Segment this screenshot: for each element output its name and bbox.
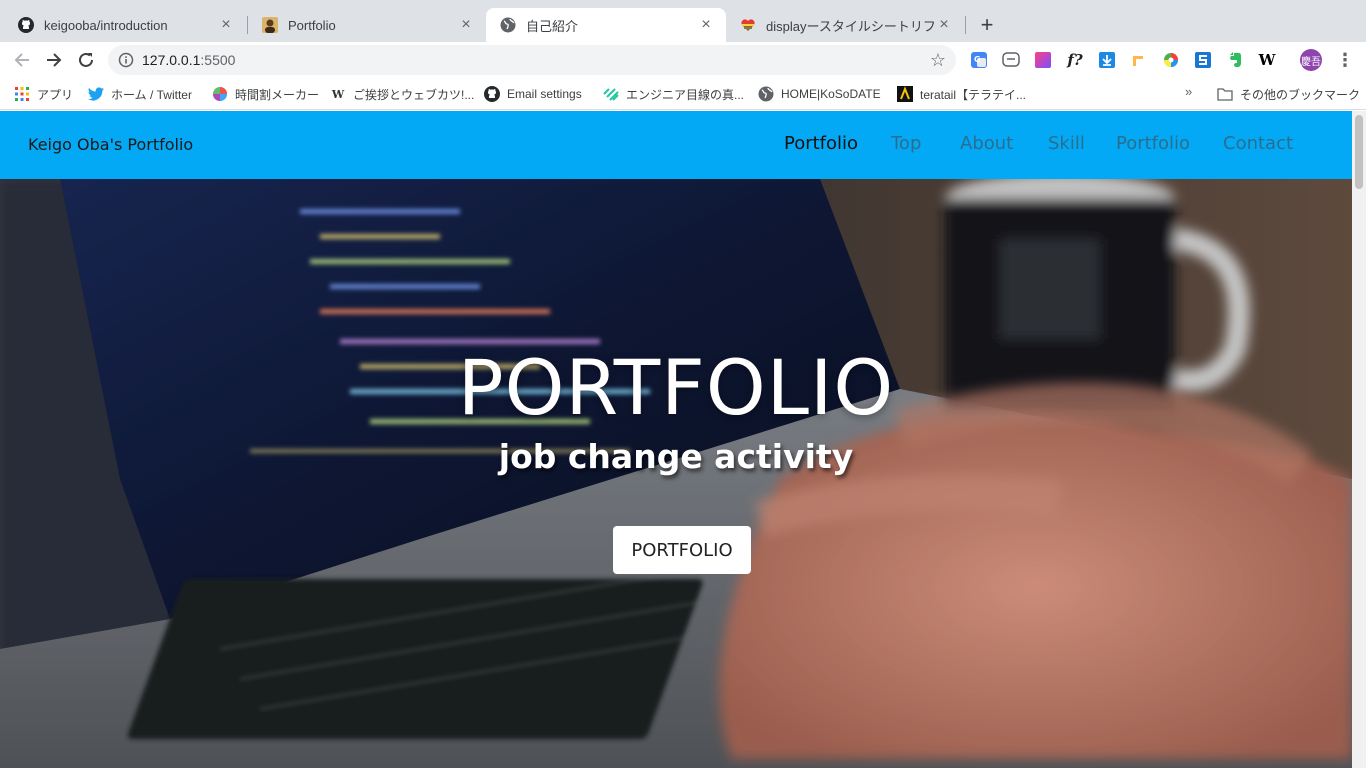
- tab-self-introduction[interactable]: 自己紹介 ×: [486, 8, 726, 42]
- other-bookmarks-label: その他のブックマーク: [1240, 87, 1361, 102]
- stripe-icon: [603, 86, 619, 102]
- other-bookmarks-folder[interactable]: その他のブックマーク: [1217, 85, 1360, 103]
- bookmark-teratail[interactable]: teratail【テラテイ...: [897, 85, 1026, 103]
- close-icon[interactable]: ×: [458, 17, 474, 33]
- tab-portfolio[interactable]: Portfolio ×: [248, 8, 486, 42]
- close-icon[interactable]: ×: [936, 17, 952, 33]
- heart-icon: [740, 17, 756, 33]
- nav-link-skill[interactable]: Skill: [1048, 133, 1085, 154]
- avatar-favicon-icon: [262, 17, 278, 33]
- address-bar[interactable]: 127.0.0.1:5500 ☆: [108, 45, 956, 75]
- hero-subtitle: job change activity: [498, 437, 854, 476]
- nav-link-contact[interactable]: Contact: [1223, 133, 1293, 154]
- tab-separator: [965, 16, 966, 34]
- color-wheel-icon[interactable]: [1162, 51, 1180, 69]
- back-button[interactable]: [10, 48, 34, 72]
- scrollbar-thumb[interactable]: [1355, 115, 1363, 189]
- url-port: :5500: [200, 52, 236, 68]
- font-f-icon[interactable]: f?: [1066, 51, 1084, 69]
- nav-link-top[interactable]: Top: [891, 133, 921, 154]
- tab-display-reference[interactable]: displayースタイルシートリファレンス ×: [726, 8, 964, 42]
- tab-title: 自己紹介: [526, 18, 579, 34]
- bookmark-kosodate[interactable]: HOME|KoSoDATE: [758, 85, 881, 103]
- s-icon[interactable]: [1194, 51, 1212, 69]
- browser-toolbar: 127.0.0.1:5500 ☆ G f? W 慶吾 ⋮: [0, 42, 1366, 78]
- globe-icon: [758, 86, 774, 102]
- star-icon[interactable]: ☆: [928, 50, 948, 70]
- github-icon: [18, 17, 34, 33]
- close-icon[interactable]: ×: [218, 17, 234, 33]
- evernote-icon[interactable]: [1226, 51, 1244, 69]
- gradient-icon[interactable]: [1034, 51, 1052, 69]
- bookmark-apps[interactable]: アプリ: [14, 85, 73, 103]
- bookmark-label: エンジニア目線の真...: [626, 87, 745, 102]
- profile-avatar[interactable]: 慶吾: [1300, 49, 1322, 71]
- teratail-icon: [897, 86, 913, 102]
- tab-strip: keigooba/introduction × Portfolio × 自己紹介…: [0, 0, 1366, 42]
- globe-icon: [500, 17, 516, 33]
- hero-title: PORTFOLIO: [457, 343, 895, 432]
- pie-icon: [212, 86, 228, 102]
- page-scrollbar[interactable]: [1352, 111, 1366, 768]
- tab-title: displayースタイルシートリファレンス: [766, 18, 936, 34]
- site-navbar: Keigo Oba's Portfolio Portfolio Top Abou…: [0, 111, 1352, 179]
- page-viewport: Keigo Oba's Portfolio Portfolio Top Abou…: [0, 111, 1352, 768]
- bookmark-label: アプリ: [37, 87, 74, 102]
- hero-portfolio-button[interactable]: PORTFOLIO: [613, 526, 751, 574]
- close-icon[interactable]: ×: [698, 17, 714, 33]
- site-brand[interactable]: Keigo Oba's Portfolio: [28, 135, 193, 154]
- line-icon[interactable]: [1002, 51, 1020, 69]
- reload-button[interactable]: [74, 48, 98, 72]
- nav-link-about[interactable]: About: [960, 133, 1013, 154]
- more-options-icon[interactable]: ⋮: [1336, 50, 1354, 70]
- bookmark-label: ご挨拶とウェブカツ!...: [353, 87, 475, 102]
- arrow-left-icon: [14, 53, 29, 67]
- url-host: 127.0.0.1: [142, 52, 201, 68]
- bookmark-webkatsu[interactable]: W ご挨拶とウェブカツ!...: [330, 85, 475, 103]
- info-icon[interactable]: [118, 52, 134, 68]
- url-text: 127.0.0.1:5500: [142, 52, 928, 68]
- tab-title: keigooba/introduction: [44, 17, 168, 33]
- apps-grid-icon: [14, 86, 30, 102]
- tab-keigooba-introduction[interactable]: keigooba/introduction ×: [4, 8, 246, 42]
- bookmark-engineer-view[interactable]: エンジニア目線の真...: [603, 85, 744, 103]
- w-icon: W: [331, 87, 345, 101]
- bookmarks-overflow-button[interactable]: »: [1185, 84, 1192, 99]
- bookmark-timetable-maker[interactable]: 時間割メーカー: [212, 85, 319, 103]
- tab-title: Portfolio: [288, 17, 336, 33]
- nav-link-portfolio[interactable]: Portfolio: [1116, 133, 1190, 154]
- bookmark-label: Email settings: [507, 87, 582, 101]
- bookmark-label: teratail【テラテイ...: [920, 87, 1027, 102]
- folder-icon: [1217, 86, 1233, 102]
- nav-link-portfolio-current[interactable]: Portfolio: [784, 133, 858, 154]
- bookmark-label: 時間割メーカー: [235, 87, 320, 102]
- bookmark-label: ホーム / Twitter: [111, 87, 192, 102]
- svg-text:G: G: [974, 55, 981, 64]
- arrow-right-icon: [47, 53, 62, 67]
- twitter-icon: [88, 86, 104, 102]
- bookmark-email-settings[interactable]: Email settings: [484, 85, 582, 103]
- bookmarks-bar: アプリ ホーム / Twitter 時間割メーカー W ご挨拶とウェブカツ!..…: [0, 78, 1366, 110]
- download-icon[interactable]: [1098, 51, 1116, 69]
- translate-icon[interactable]: G: [970, 51, 988, 69]
- github-icon: [484, 86, 500, 102]
- forward-button[interactable]: [42, 48, 66, 72]
- ruler-icon[interactable]: [1130, 51, 1148, 69]
- hero-section: PORTFOLIO job change activity PORTFOLIO: [0, 179, 1352, 768]
- new-tab-button[interactable]: +: [976, 14, 998, 36]
- reload-icon: [79, 52, 93, 67]
- bookmark-twitter[interactable]: ホーム / Twitter: [88, 85, 192, 103]
- bookmark-label: HOME|KoSoDATE: [781, 87, 881, 101]
- wikipedia-icon[interactable]: W: [1258, 51, 1276, 69]
